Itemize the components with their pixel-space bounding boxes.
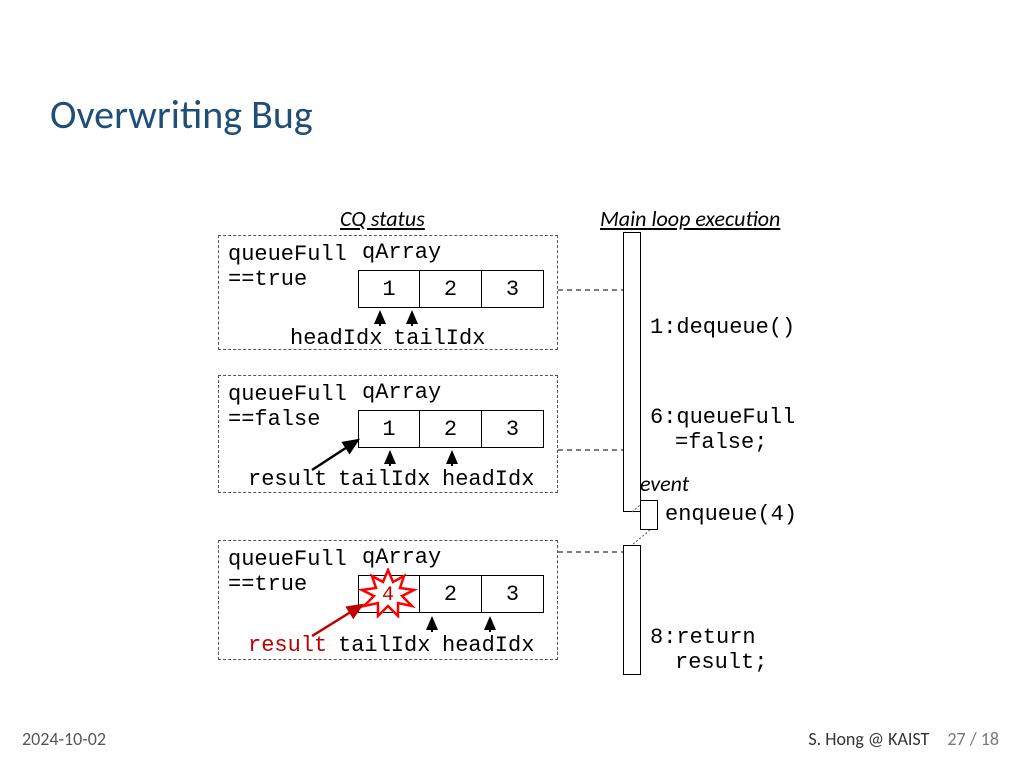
footer-author-page: S. Hong @ KAIST 27 / 18 — [808, 728, 999, 750]
tailidx-3: tailIdx — [338, 633, 430, 658]
event-label: event — [640, 470, 689, 497]
burst-icon: 4 — [358, 568, 418, 618]
qcell: 2 — [420, 270, 482, 308]
cq-status-header: CQ status — [340, 205, 425, 232]
qarray-label-3: qArray — [362, 545, 441, 570]
qarray-2: 1 2 3 — [358, 410, 544, 448]
result-2: result — [248, 467, 327, 492]
exec-bar-event — [640, 500, 658, 530]
qcell: 3 — [482, 575, 544, 613]
step-return-a: 8:return — [650, 625, 756, 650]
qfull-3: queueFull ==true — [228, 547, 347, 597]
enqueue-label: enqueue(4) — [665, 502, 797, 527]
qfull-2: queueFull ==false — [228, 382, 347, 432]
qcell: 1 — [358, 410, 420, 448]
qarray-1: 1 2 3 — [358, 270, 544, 308]
qcell: 3 — [482, 270, 544, 308]
qcell: 3 — [482, 410, 544, 448]
main-loop-header: Main loop execution — [600, 205, 780, 232]
qcell: 2 — [420, 410, 482, 448]
qcell: 2 — [420, 575, 482, 613]
footer-date: 2024-10-02 — [22, 728, 106, 750]
step-queuefull-b: =false; — [675, 430, 767, 455]
exec-bar-top — [623, 232, 641, 512]
step-queuefull-a: 6:queueFull — [650, 405, 795, 430]
headidx-2: headIdx — [442, 467, 534, 492]
qarray-label-1: qArray — [362, 240, 441, 265]
svg-text:4: 4 — [382, 584, 394, 607]
headidx-1: headIdx — [290, 326, 382, 351]
exec-bar-bottom — [623, 545, 641, 675]
qcell: 1 — [358, 270, 420, 308]
footer-page: 27 / 18 — [947, 728, 999, 750]
step-return-b: result; — [675, 650, 767, 675]
slide-title: Overwriting Bug — [50, 90, 313, 139]
headidx-3: headIdx — [442, 633, 534, 658]
qarray-label-2: qArray — [362, 380, 441, 405]
tailidx-1: tailIdx — [393, 326, 485, 351]
tailidx-2: tailIdx — [338, 467, 430, 492]
footer-author: S. Hong @ KAIST — [808, 728, 929, 750]
result-3: result — [248, 633, 327, 658]
step-dequeue: 1:dequeue() — [650, 315, 795, 340]
qfull-1: queueFull ==true — [228, 242, 347, 292]
